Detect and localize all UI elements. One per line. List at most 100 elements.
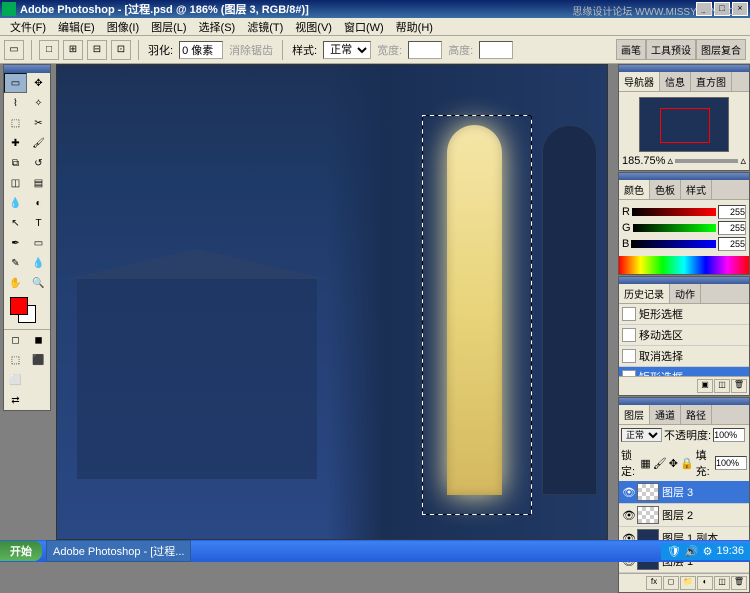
layer-thumbnail[interactable] (637, 506, 659, 524)
delete-layer-button[interactable]: 🗑 (731, 576, 747, 590)
eyedropper-tool[interactable]: 💧 (27, 253, 50, 273)
delete-history-button[interactable]: 🗑 (731, 379, 747, 393)
layer-thumbnail[interactable] (637, 483, 659, 501)
new-layer-button[interactable]: ◫ (714, 576, 730, 590)
menu-view[interactable]: 视图(V) (289, 17, 338, 37)
start-button[interactable]: 开始 (0, 541, 42, 561)
history-brush-tool[interactable]: ↺ (27, 153, 50, 173)
new-snapshot-button[interactable]: ▣ (697, 379, 713, 393)
gradient-tool[interactable]: ▤ (27, 173, 50, 193)
menu-window[interactable]: 窗口(W) (338, 17, 390, 37)
tab-color[interactable]: 颜色 (619, 180, 650, 199)
crop-tool[interactable]: ⬚ (4, 113, 27, 133)
selection-add-icon[interactable]: ⊞ (63, 40, 83, 60)
zoom-out-icon[interactable]: ▵ (667, 154, 673, 167)
menu-edit[interactable]: 编辑(E) (52, 17, 101, 37)
menu-layer[interactable]: 图层(L) (145, 17, 192, 37)
layer-row[interactable]: 👁图层 3 (619, 481, 749, 504)
visibility-icon[interactable]: 👁 (622, 486, 634, 498)
r-input[interactable] (718, 205, 746, 219)
new-document-button[interactable]: ◫ (714, 379, 730, 393)
lasso-tool[interactable]: ⌇ (4, 93, 27, 113)
selection-new-icon[interactable]: □ (39, 40, 59, 60)
visibility-icon[interactable]: 👁 (622, 509, 634, 521)
menu-help[interactable]: 帮助(H) (390, 17, 439, 37)
tab-history[interactable]: 历史记录 (619, 284, 670, 303)
screenmode-std[interactable]: ⬚ (4, 350, 27, 370)
quickmask-on[interactable]: ◼ (27, 330, 50, 350)
style-select[interactable]: 正常 (323, 41, 371, 59)
tab-histogram[interactable]: 直方图 (691, 72, 732, 91)
slice-tool[interactable]: ✂ (27, 113, 50, 133)
eraser-tool[interactable]: ◫ (4, 173, 27, 193)
fill-input[interactable] (715, 456, 747, 470)
zoom-tool[interactable]: 🔍 (27, 273, 50, 293)
brush-tool[interactable]: 🖌 (27, 133, 50, 153)
move-tool[interactable]: ✥ (27, 73, 50, 93)
layers-header[interactable] (619, 398, 749, 405)
blur-tool[interactable]: 💧 (4, 193, 27, 213)
tab-info[interactable]: 信息 (660, 72, 691, 91)
history-item[interactable]: 移动选区 (619, 325, 749, 346)
lock-all-icon[interactable]: 🔒 (680, 457, 694, 470)
g-slider[interactable] (633, 224, 716, 232)
opacity-input[interactable] (713, 428, 745, 442)
zoom-slider[interactable] (675, 159, 739, 163)
b-slider[interactable] (631, 240, 716, 248)
tab-actions[interactable]: 动作 (670, 284, 701, 303)
lock-pixels-icon[interactable]: 🖌 (653, 457, 667, 470)
tab-channels[interactable]: 通道 (650, 405, 681, 424)
screenmode-menu[interactable]: ⬜ (4, 370, 27, 390)
shape-tool[interactable]: ▭ (27, 233, 50, 253)
lock-transparency-icon[interactable]: ▦ (640, 457, 650, 470)
menu-image[interactable]: 图像(I) (101, 17, 145, 37)
tab-tool-presets[interactable]: 工具预设 (646, 39, 696, 60)
history-header[interactable] (619, 277, 749, 284)
layer-mask-button[interactable]: ◻ (663, 576, 679, 590)
foreground-color[interactable] (10, 297, 28, 315)
navigator-viewport[interactable] (660, 108, 710, 143)
tray-icon[interactable]: ⚙ (703, 545, 713, 558)
screenmode-full[interactable]: ⬛ (27, 350, 50, 370)
tab-layers[interactable]: 图层 (619, 405, 650, 424)
path-tool[interactable]: ↖ (4, 213, 27, 233)
tab-swatches[interactable]: 色板 (650, 180, 681, 199)
tray-icon[interactable]: 🛡 (667, 545, 681, 558)
stamp-tool[interactable]: ⧉ (4, 153, 27, 173)
history-item[interactable]: 矩形选框 (619, 304, 749, 325)
b-input[interactable] (718, 237, 746, 251)
pen-tool[interactable]: ✒ (4, 233, 27, 253)
blend-mode-select[interactable]: 正常 (621, 428, 662, 442)
r-slider[interactable] (632, 208, 716, 216)
selection-intersect-icon[interactable]: ⊡ (111, 40, 131, 60)
navigator-header[interactable] (619, 65, 749, 72)
hand-tool[interactable]: ✋ (4, 273, 27, 293)
lock-position-icon[interactable]: ✥ (669, 457, 678, 470)
color-ramp[interactable] (619, 256, 749, 274)
quickmask-off[interactable]: ◻ (4, 330, 27, 350)
layer-row[interactable]: 👁图层 2 (619, 504, 749, 527)
tab-styles[interactable]: 样式 (681, 180, 712, 199)
jump-to-imageready[interactable]: ⇄ (4, 390, 27, 410)
notes-tool[interactable]: ✎ (4, 253, 27, 273)
dodge-tool[interactable]: ◐ (27, 193, 50, 213)
feather-input[interactable] (179, 41, 223, 59)
system-tray[interactable]: 🛡 🔊 ⚙ 19:36 (661, 543, 750, 560)
wand-tool[interactable]: ✧ (27, 93, 50, 113)
selection-subtract-icon[interactable]: ⊟ (87, 40, 107, 60)
color-header[interactable] (619, 173, 749, 180)
selection-marquee[interactable] (422, 115, 532, 515)
healing-tool[interactable]: ✚ (4, 133, 27, 153)
tray-icon[interactable]: 🔊 (685, 545, 699, 558)
tab-brushes[interactable]: 画笔 (616, 39, 646, 60)
history-item[interactable]: 矩形选框 (619, 367, 749, 376)
tool-preset-icon[interactable]: ▭ (4, 40, 24, 60)
taskbar-item[interactable]: Adobe Photoshop - [过程... (46, 540, 191, 562)
type-tool[interactable]: T (27, 213, 50, 233)
g-input[interactable] (718, 221, 746, 235)
toolbox-header[interactable] (4, 65, 50, 73)
canvas[interactable] (57, 65, 607, 539)
tab-navigator[interactable]: 导航器 (619, 72, 660, 91)
tab-paths[interactable]: 路径 (681, 405, 712, 424)
menu-file[interactable]: 文件(F) (4, 17, 52, 37)
